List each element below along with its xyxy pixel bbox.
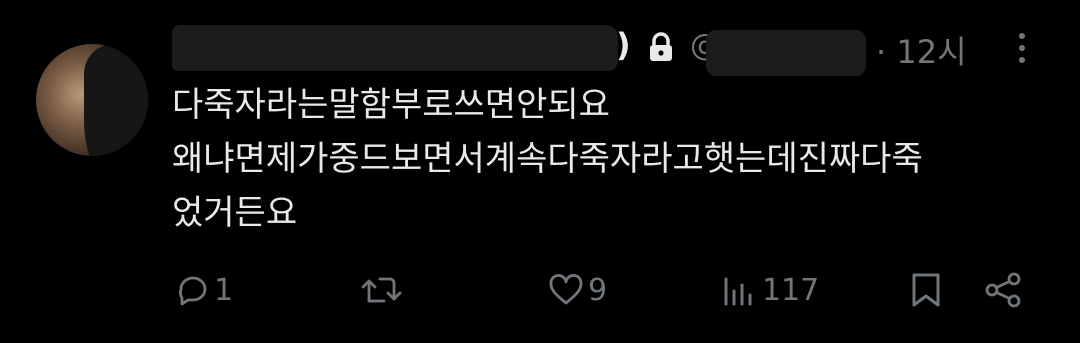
tweet-text: 다죽자라는말함부로쓰면안되요 왜냐면제가중드보면서계속다죽자라고햇는데진짜다죽 … [172, 78, 1052, 240]
display-name-redaction[interactable] [172, 25, 618, 71]
bookmark-button[interactable] [910, 262, 942, 318]
share-button[interactable] [984, 262, 1022, 318]
tweet-text-line: 왜냐면제가중드보면서계속다죽자라고햇는데진짜다죽 [172, 139, 923, 179]
like-button[interactable]: 9 [548, 262, 607, 318]
bookmark-icon [912, 273, 940, 307]
reply-count: 1 [214, 272, 234, 308]
tweet-text-line: 다죽자라는말함부로쓰면안되요 [172, 85, 610, 125]
avatar[interactable] [36, 44, 148, 156]
more-vertical-icon[interactable] [1012, 30, 1032, 66]
retweet-icon [361, 277, 402, 303]
share-icon [985, 272, 1021, 308]
lock-icon [650, 32, 672, 61]
views-chart-icon [724, 277, 752, 306]
retweet-button[interactable] [360, 262, 408, 318]
heart-icon [549, 274, 583, 305]
reply-button[interactable]: 1 [176, 262, 233, 318]
view-count: 117 [762, 272, 820, 308]
like-count: 9 [588, 272, 608, 308]
timestamp[interactable]: · 12시 [876, 27, 967, 73]
reply-icon [179, 276, 207, 306]
handle-redaction[interactable] [706, 30, 866, 76]
action-bar: 1 9 117 [0, 262, 1080, 322]
tweet-text-line: 었거든요 [172, 193, 298, 233]
tweet-card[interactable]: ) @ · 12시 다죽자라는말함부로쓰면안되요 왜냐면제가중드보면서계속다죽자… [0, 0, 1080, 343]
display-name-suffix: ) [616, 26, 631, 64]
views-button[interactable]: 117 [722, 262, 819, 318]
